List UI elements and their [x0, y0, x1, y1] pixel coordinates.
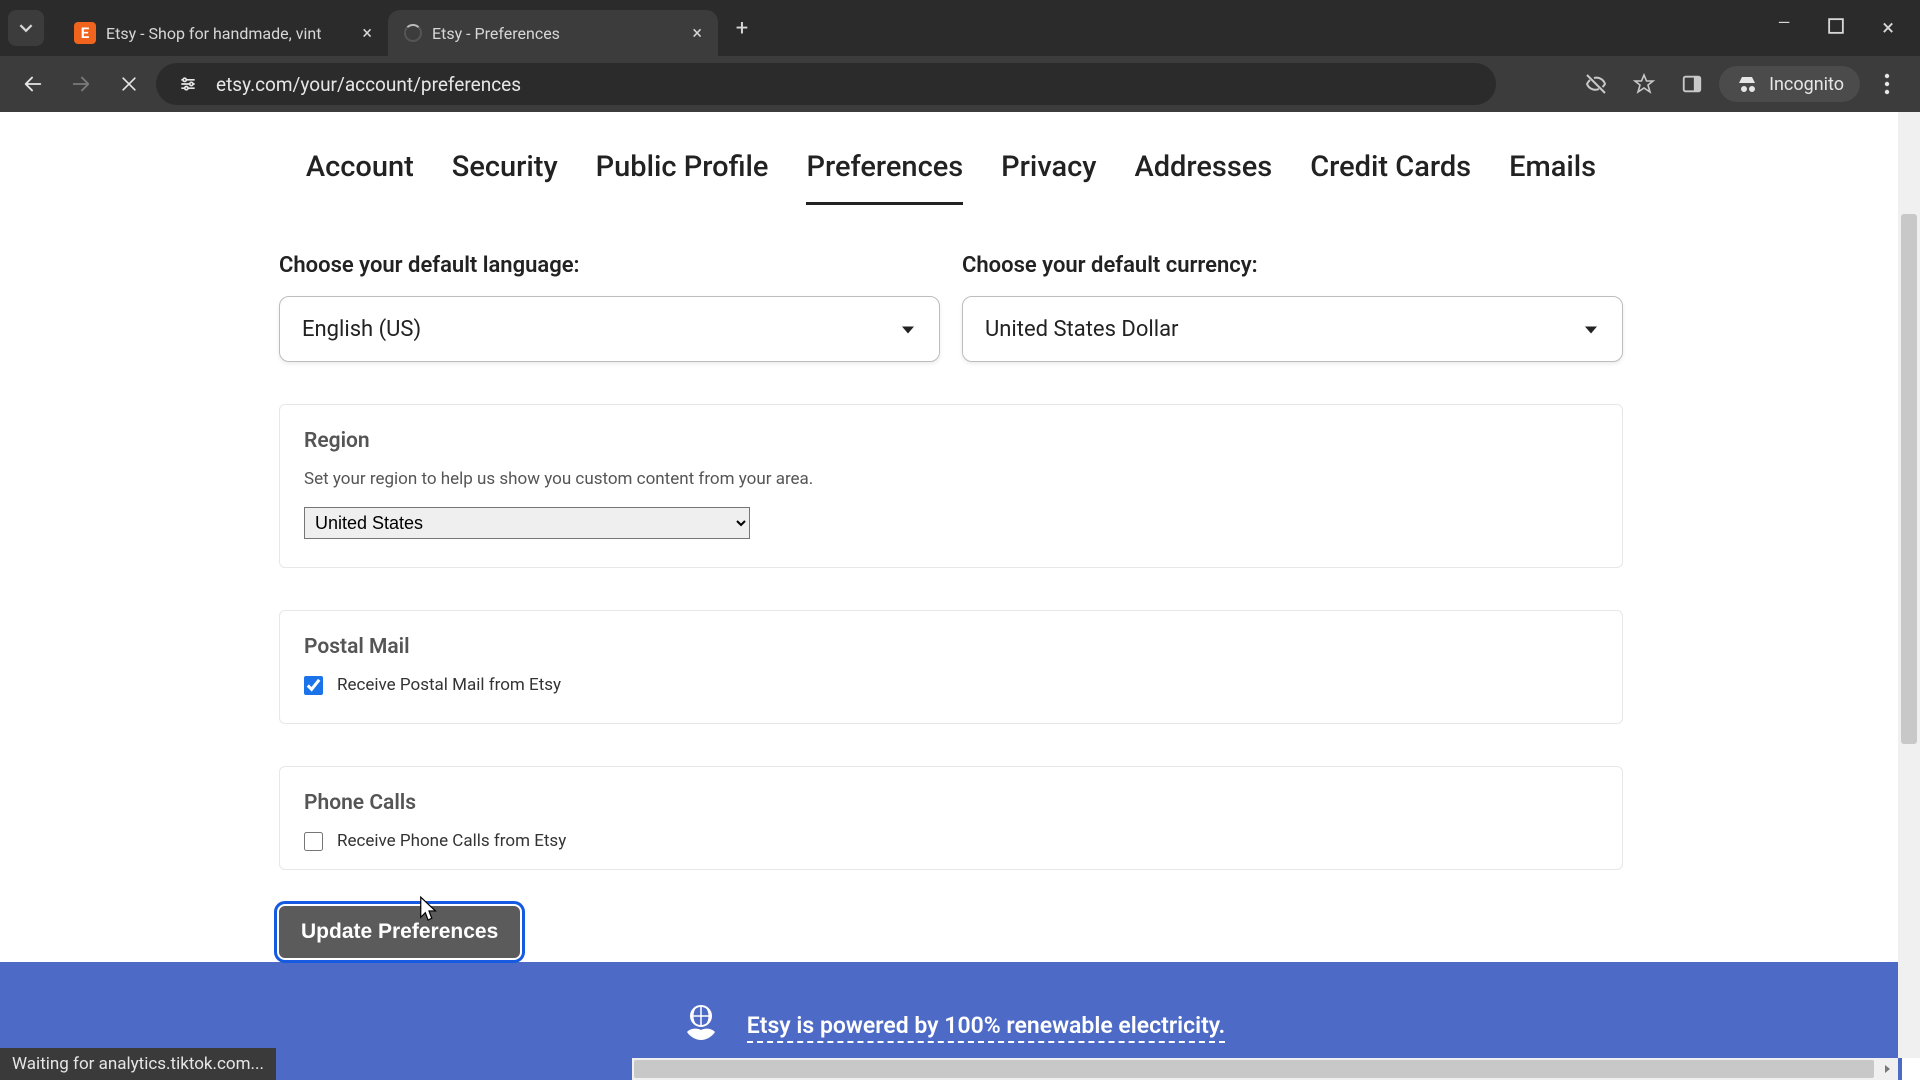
vertical-scrollbar-thumb[interactable]: [1901, 214, 1917, 744]
arrow-left-icon: [22, 73, 44, 95]
forward-button[interactable]: [60, 63, 102, 105]
tab-close-icon[interactable]: ×: [692, 23, 702, 44]
window-minimize-icon[interactable]: —: [1778, 13, 1791, 32]
window-close-icon[interactable]: ×: [1882, 16, 1894, 41]
tab-security[interactable]: Security: [452, 150, 558, 205]
postal-checkbox-row[interactable]: Receive Postal Mail from Etsy: [304, 675, 1598, 695]
new-tab-button[interactable]: +: [724, 10, 760, 46]
back-button[interactable]: [12, 63, 54, 105]
tab-close-icon[interactable]: ×: [362, 23, 372, 44]
chevron-down-icon: [19, 21, 33, 35]
arrow-right-icon: [70, 73, 92, 95]
phone-checkbox[interactable]: [304, 832, 323, 851]
close-icon: [119, 74, 139, 94]
postal-checkbox[interactable]: [304, 676, 323, 695]
tab-emails[interactable]: Emails: [1509, 150, 1596, 205]
tab-favicon-etsy: E: [74, 22, 96, 44]
tab-search-button[interactable]: [8, 10, 44, 46]
scroll-right-icon[interactable]: [1876, 1058, 1898, 1080]
side-panel-button[interactable]: [1671, 63, 1713, 105]
tab-account[interactable]: Account: [306, 150, 414, 205]
language-label: Choose your default language:: [279, 253, 940, 278]
page-viewport: Account Security Public Profile Preferen…: [0, 112, 1920, 1080]
tab-privacy[interactable]: Privacy: [1001, 150, 1096, 205]
currency-select[interactable]: United States Dollar: [962, 296, 1623, 362]
phone-checkbox-label: Receive Phone Calls from Etsy: [337, 831, 566, 851]
tracking-blocked-icon[interactable]: [1575, 63, 1617, 105]
postal-checkbox-label: Receive Postal Mail from Etsy: [337, 675, 561, 695]
eco-banner-text[interactable]: Etsy is powered by 100% renewable electr…: [747, 1012, 1225, 1043]
tab-preferences[interactable]: Preferences: [806, 150, 963, 205]
horizontal-scrollbar-thumb[interactable]: [634, 1060, 1874, 1078]
panel-icon: [1681, 73, 1703, 95]
window-maximize-icon[interactable]: [1828, 18, 1844, 38]
window-controls: — ×: [1752, 16, 1920, 41]
update-preferences-button[interactable]: Update Preferences: [279, 906, 520, 958]
postal-panel: Postal Mail Receive Postal Mail from Ets…: [279, 610, 1623, 724]
globe-hands-icon: [677, 998, 725, 1056]
region-desc: Set your region to help us show you cust…: [304, 469, 1598, 489]
browser-toolbar: etsy.com/your/account/preferences Incogn…: [0, 56, 1920, 112]
tab-addresses[interactable]: Addresses: [1134, 150, 1272, 205]
vertical-scrollbar[interactable]: [1898, 112, 1920, 1058]
browser-titlebar: E Etsy - Shop for handmade, vint × Etsy …: [0, 0, 1920, 56]
address-bar[interactable]: etsy.com/your/account/preferences: [156, 63, 1496, 105]
url-text[interactable]: etsy.com/your/account/preferences: [216, 73, 521, 96]
language-select[interactable]: English (US): [279, 296, 940, 362]
language-value: English (US): [302, 317, 421, 342]
incognito-icon: [1735, 72, 1759, 96]
tab-title: Etsy - Shop for handmade, vint: [106, 24, 352, 43]
browser-tab-1[interactable]: Etsy - Preferences ×: [388, 10, 718, 56]
page-scroll-area[interactable]: Account Security Public Profile Preferen…: [0, 112, 1920, 1080]
loading-spinner-icon: [404, 24, 422, 42]
phone-title: Phone Calls: [304, 791, 1598, 815]
kebab-icon: [1884, 73, 1890, 95]
currency-value: United States Dollar: [985, 317, 1179, 342]
incognito-label: Incognito: [1769, 74, 1844, 95]
phone-checkbox-row[interactable]: Receive Phone Calls from Etsy: [304, 831, 1598, 851]
currency-label: Choose your default currency:: [962, 253, 1623, 278]
phone-panel: Phone Calls Receive Phone Calls from Ets…: [279, 766, 1623, 870]
region-select[interactable]: United States: [304, 507, 750, 539]
star-icon: [1632, 72, 1656, 96]
site-info-button[interactable]: [174, 70, 202, 98]
settings-tabs: Account Security Public Profile Preferen…: [0, 112, 1902, 205]
tab-title: Etsy - Preferences: [432, 24, 682, 43]
chrome-menu-button[interactable]: [1866, 63, 1908, 105]
tune-icon: [178, 74, 198, 94]
stop-reload-button[interactable]: [108, 63, 150, 105]
bookmark-button[interactable]: [1623, 63, 1665, 105]
incognito-indicator[interactable]: Incognito: [1719, 66, 1860, 102]
tab-strip: E Etsy - Shop for handmade, vint × Etsy …: [0, 0, 1752, 56]
browser-tab-0[interactable]: E Etsy - Shop for handmade, vint ×: [58, 10, 388, 56]
browser-status-bar: Waiting for analytics.tiktok.com...: [0, 1048, 276, 1080]
mouse-cursor-icon: [418, 895, 440, 925]
postal-title: Postal Mail: [304, 635, 1598, 659]
region-panel: Region Set your region to help us show y…: [279, 404, 1623, 568]
caret-down-icon: [901, 317, 915, 342]
tab-credit-cards[interactable]: Credit Cards: [1310, 150, 1471, 205]
caret-down-icon: [1584, 317, 1598, 342]
tab-public-profile[interactable]: Public Profile: [596, 150, 769, 205]
region-title: Region: [304, 429, 1598, 453]
eye-off-icon: [1584, 72, 1608, 96]
horizontal-scrollbar[interactable]: [632, 1058, 1898, 1080]
